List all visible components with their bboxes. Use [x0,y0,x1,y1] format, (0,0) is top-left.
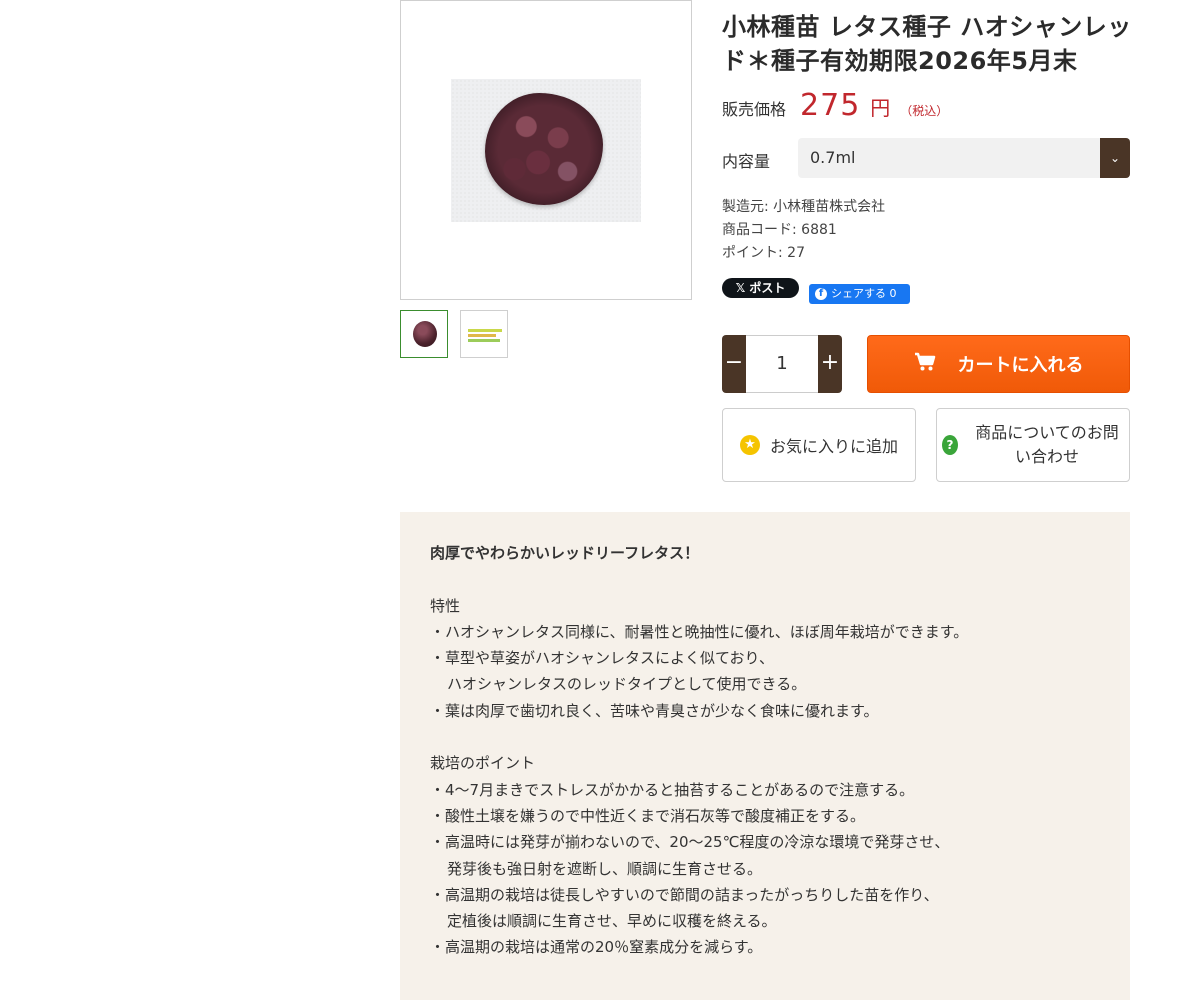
feature-item: ・ハオシャンレタス同様に、耐暑性と晩抽性に優れ、ほぼ周年栽培ができます。 [430,622,969,641]
price-value: 275 [800,88,861,123]
main-product-image[interactable] [400,0,692,300]
points-text: ポイント: 27 [722,245,805,261]
red-lettuce-image [485,93,603,205]
star-icon: ★ [739,435,760,455]
thumbnail-1[interactable] [400,310,448,358]
price-label: 販売価格 [722,100,787,119]
cultivation-point-item-continued: 発芽後も強日射を遮断し、順調に生育させる。 [447,859,763,878]
cultivation-point-item: ・高温期の栽培は徒長しやすいので節間の詰まったがっちりした苗を作り、 [430,885,939,904]
cart-icon [914,352,936,377]
product-inquiry-button[interactable]: ? 商品についてのお問い合わせ [936,408,1130,482]
price-unit: 円 [870,96,891,120]
product-code-text: 商品コード: 6881 [722,222,837,238]
add-favorite-label: お気に入りに追加 [769,437,898,456]
cultivation-point-item: ・高温期の栽培は通常の20％窒素成分を減らす。 [430,938,763,957]
product-inquiry-label: 商品についてのお問い合わせ [975,423,1119,466]
maker-text: 製造元: 小林種苗株式会社 [722,199,886,215]
cultivation-point-item: ・高温時には発芽が揃わないので、20〜25℃程度の冷涼な環境で発芽させ、 [430,833,950,852]
lettuce-photo [451,79,641,222]
chevron-down-icon[interactable]: ⌄ [1100,138,1130,178]
price-row: 販売価格 275 円 （税込） [722,88,948,123]
product-description: 肉厚でやわらかいレッドリーフレタス！ 特性 ・ハオシャンレタス同様に、耐暑性と晩… [400,512,1130,1000]
question-icon: ? [942,435,958,455]
product-title: 小林種苗 レタス種子 ハオシャンレッド＊種子有効期限2026年5月末 [722,13,1132,75]
quantity-increase-button[interactable]: + [818,335,842,393]
quantity-label: 内容量 [722,152,771,171]
quantity-input[interactable]: 1 [746,335,818,393]
add-to-cart-button[interactable]: カートに入れる [867,335,1130,393]
price-tax-note: （税込） [900,104,949,118]
add-favorite-button[interactable]: ★ お気に入りに追加 [722,408,916,482]
thumbnail-label-image [468,334,496,337]
cultivation-point-item: ・酸性土壌を嫌うので中性近くまで消石灰等で酸度補正をする。 [430,806,866,825]
thumbnail-label-image [468,339,500,342]
x-post-button[interactable]: 𝕏 ポスト [722,278,799,298]
thumbnail-lettuce-image [413,321,437,347]
cultivation-point-item-continued: 定植後は順調に生育させ、早めに収穫を終える。 [447,912,777,931]
quantity-decrease-button[interactable]: − [722,335,746,393]
x-logo-icon: 𝕏 [735,281,746,295]
quantity-select[interactable]: 0.7ml ⌄ [798,138,1130,178]
thumbnail-label-image [468,329,502,332]
feature-item: ・草型や草姿がハオシャンレタスによく似ており、 [430,649,774,668]
add-to-cart-label: カートに入れる [957,355,1084,376]
x-post-label: ポスト [749,281,786,295]
feature-item: ・葉は肉厚で歯切れ良く、苦味や青臭さが少なく食味に優れます。 [430,701,879,720]
facebook-icon: f [815,288,827,300]
features-title: 特性 [430,596,461,615]
quantity-select-value: 0.7ml [810,148,856,167]
cultivation-points-title: 栽培のポイント [430,754,536,773]
cultivation-point-item: ・4〜7月まきでストレスがかかると抽苔することがあるので注意する。 [430,780,915,799]
description-headline: 肉厚でやわらかいレッドリーフレタス！ [430,544,700,562]
facebook-share-button[interactable]: f シェアする 0 [809,284,910,304]
feature-item-continued: ハオシャンレタスのレッドタイプとして使用できる。 [447,675,807,694]
thumbnail-2[interactable] [460,310,508,358]
facebook-share-label: シェアする 0 [831,287,897,300]
